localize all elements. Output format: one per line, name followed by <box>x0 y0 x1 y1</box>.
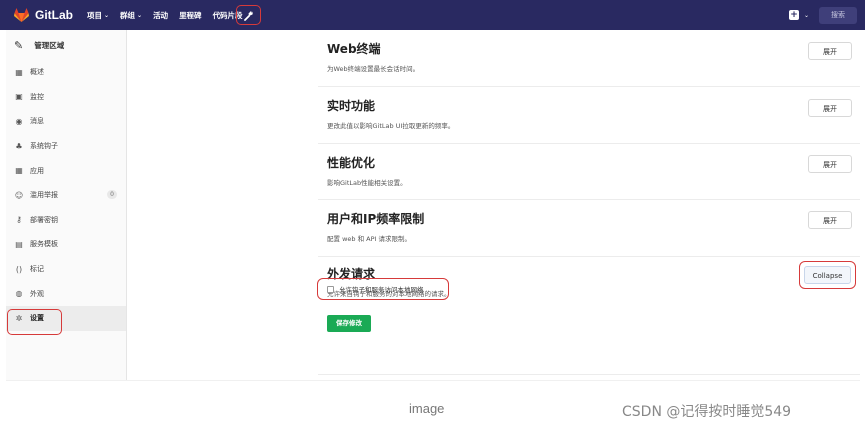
watermark: CSDN @记得按时睡觉549 <box>622 404 792 420</box>
section-description: 更改此值以影响GitLab UI拉取更新的频率。 <box>327 122 455 130</box>
expand-button[interactable]: 展开 <box>808 211 852 229</box>
top-navbar: GitLab 项目 ⌄ 群组 ⌄ 活动 里程碑 代码片段 + ⌄ 搜索 <box>0 0 865 30</box>
chevron-down-icon: ⌄ <box>803 11 809 19</box>
admin-area-button[interactable] <box>236 5 261 25</box>
section-description: 影响GitLab性能相关设置。 <box>327 179 407 187</box>
image-caption: image <box>409 401 445 416</box>
checkbox[interactable] <box>327 285 334 293</box>
highlight-settings <box>7 309 62 335</box>
gitlab-logo[interactable]: GitLab <box>14 8 73 22</box>
chevron-down-icon: ⌄ <box>137 11 143 19</box>
section-performance: 性能优化 影响GitLab性能相关设置。 展开 <box>318 144 860 200</box>
main-nav: 项目 ⌄ 群组 ⌄ 活动 里程碑 代码片段 <box>87 10 254 21</box>
apps-icon: ▦ <box>15 166 23 176</box>
sidebar-item-monitoring[interactable]: ▣ 监控 <box>6 85 126 110</box>
sidebar-item-deploy-keys[interactable]: ⚷ 部署密钥 <box>6 208 126 233</box>
nav-groups[interactable]: 群组 ⌄ <box>120 10 142 21</box>
expand-button[interactable]: 展开 <box>808 99 852 117</box>
broadcast-icon: ◉ <box>15 116 23 126</box>
sidebar-header[interactable]: ✎ 管理区域 <box>6 30 126 60</box>
sidebar-item-system-hooks[interactable]: ♣ 系统钩子 <box>6 134 126 159</box>
sidebar-item-applications[interactable]: ▦ 应用 <box>6 158 126 183</box>
section-title: 实时功能 <box>327 99 376 113</box>
divider <box>6 380 860 381</box>
expand-button[interactable]: 展开 <box>808 42 852 60</box>
sidebar-item-overview[interactable]: ▦ 概述 <box>6 60 126 85</box>
nav-activity[interactable]: 活动 <box>153 10 168 21</box>
settings-main: Web终端 为Web终端设置最长会话时间。 展开 实时功能 更改此值以影响Git… <box>318 30 860 375</box>
expand-button[interactable]: 展开 <box>808 155 852 173</box>
save-changes-button[interactable]: 保存修改 <box>327 315 371 332</box>
section-description: 为Web终端设置最长会话时间。 <box>327 65 420 73</box>
sidebar-item-labels[interactable]: () 标记 <box>6 257 126 282</box>
monitor-icon: ▣ <box>15 92 23 102</box>
sidebar-item-service-templates[interactable]: ▤ 服务模板 <box>6 232 126 257</box>
section-description: 配置 web 和 API 请求限制。 <box>327 235 411 243</box>
sidebar-item-abuse-reports[interactable]: ☺ 滥用举报 0 <box>6 183 126 208</box>
sidebar-header-label: 管理区域 <box>34 40 65 50</box>
sidebar-item-appearance[interactable]: ◍ 外观 <box>6 281 126 306</box>
section-title: 用户和IP频率限制 <box>327 212 425 226</box>
template-icon: ▤ <box>15 239 23 249</box>
checkbox-label: 允许钩子和服务访问本地网络 <box>339 286 424 294</box>
allow-local-network-checkbox[interactable]: 允许钩子和服务访问本地网络 <box>327 284 424 294</box>
search-input[interactable]: 搜索 <box>819 6 857 24</box>
topbar-right: + ⌄ 搜索 <box>788 0 857 30</box>
palette-icon: ◍ <box>15 289 23 299</box>
section-title: Web终端 <box>327 42 381 56</box>
gitlab-tanuki-icon <box>14 8 29 22</box>
section-web-terminal: Web终端 为Web终端设置最长会话时间。 展开 <box>318 30 860 87</box>
hook-icon: ♣ <box>15 141 23 151</box>
plus-icon: + <box>788 10 799 20</box>
section-title: 性能优化 <box>327 156 376 170</box>
grid-icon: ▦ <box>15 67 23 77</box>
section-outbound-requests: 外发请求 允许来自钩子和服务的对本地网络的请求。 Collapse <box>318 257 860 375</box>
nav-milestones[interactable]: 里程碑 <box>179 10 202 21</box>
wrench-icon <box>244 10 253 21</box>
nav-projects[interactable]: 项目 ⌄ <box>87 10 109 21</box>
count-badge: 0 <box>107 189 117 199</box>
report-icon: ☺ <box>14 190 24 200</box>
wrench-icon: ✎ <box>14 38 24 52</box>
chevron-down-icon: ⌄ <box>104 11 110 19</box>
labels-icon: () <box>15 264 23 274</box>
brand-name: GitLab <box>35 8 73 22</box>
section-realtime: 实时功能 更改此值以影响GitLab UI拉取更新的频率。 展开 <box>318 87 860 144</box>
section-rate-limits: 用户和IP频率限制 配置 web 和 API 请求限制。 展开 <box>318 200 860 257</box>
key-icon: ⚷ <box>16 215 22 225</box>
collapse-button[interactable]: Collapse <box>804 266 851 284</box>
sidebar-item-messages[interactable]: ◉ 消息 <box>6 109 126 134</box>
new-item-dropdown[interactable]: + ⌄ <box>788 10 809 20</box>
